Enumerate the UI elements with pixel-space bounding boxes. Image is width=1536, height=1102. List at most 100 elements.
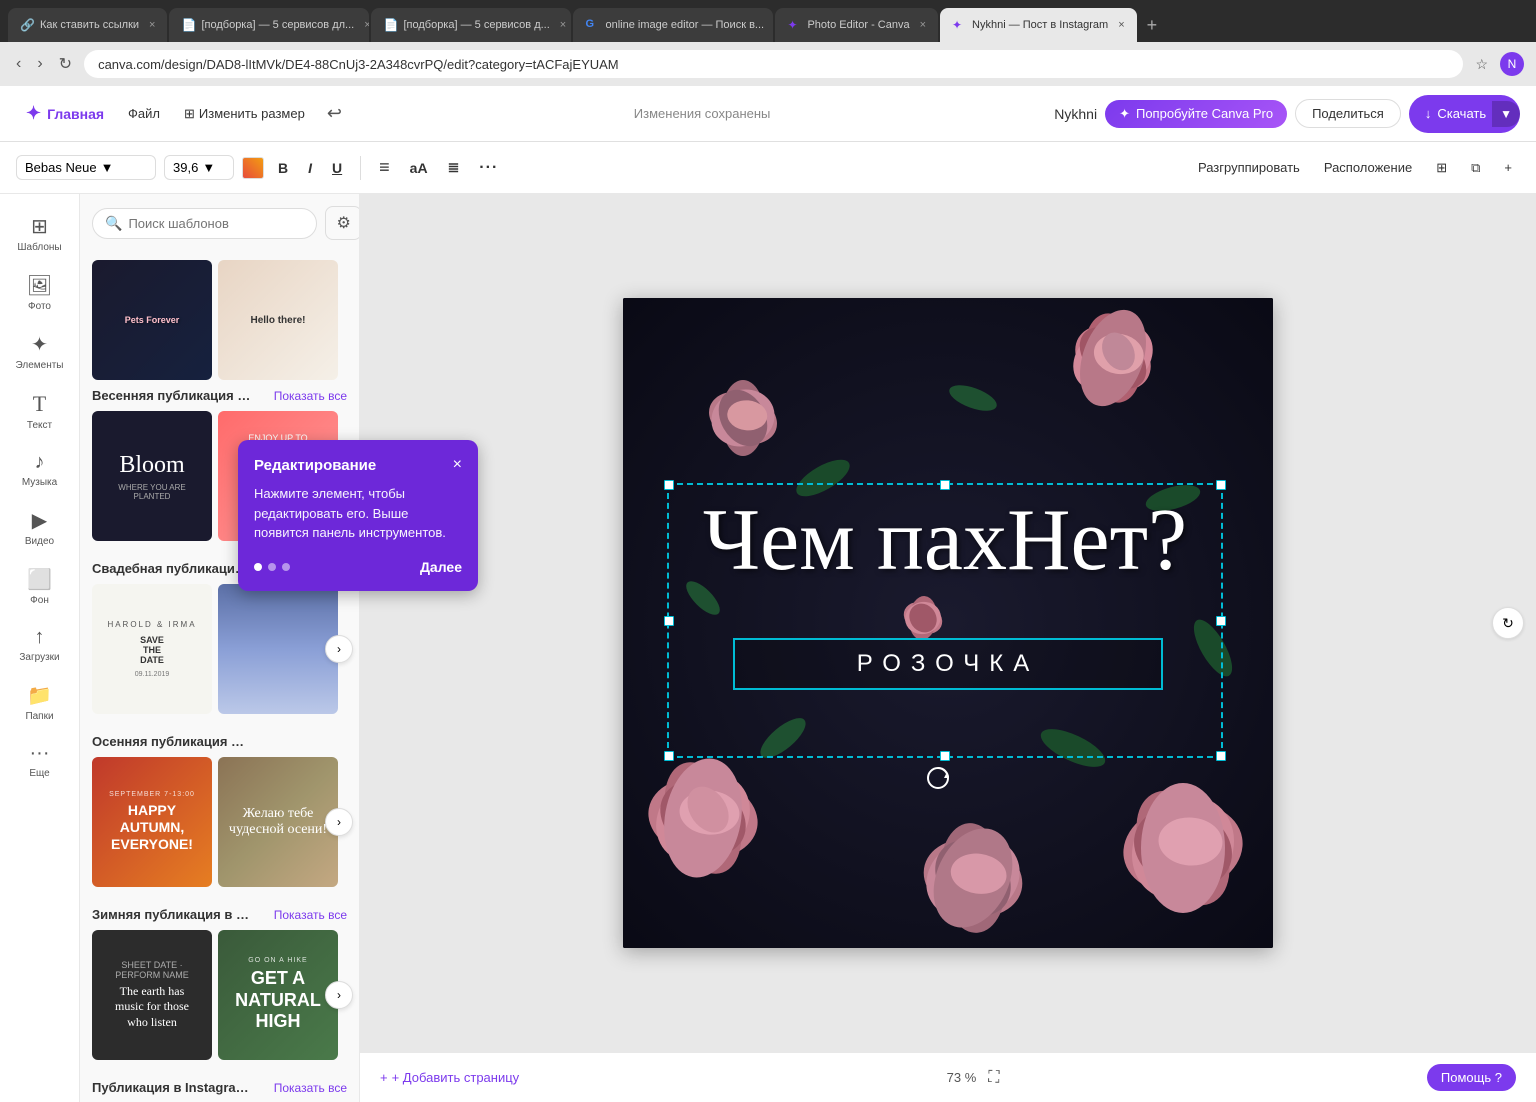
- canvas-main-text-container[interactable]: Чем пахНет?: [667, 493, 1223, 590]
- canvas-right-utils: ↻: [1492, 607, 1524, 639]
- template-save-date[interactable]: HAROLD & IRMA SAVE THE DATE 09.11.2019: [92, 584, 212, 714]
- add-page-button[interactable]: + + Добавить страницу: [380, 1070, 519, 1085]
- templates-panel: 🔍 ⚙ Pets Forever Hello there! Весенняя п…: [80, 194, 360, 1102]
- tab-5-close[interactable]: ×: [920, 19, 926, 31]
- tab-1-close[interactable]: ×: [149, 19, 155, 31]
- sidebar-item-background[interactable]: ⬜ Фон: [5, 559, 75, 614]
- copy-button[interactable]: ⧉: [1463, 156, 1488, 180]
- tooltip-popup: Редактирование × Нажмите элемент, чтобы …: [238, 440, 478, 591]
- tooltip-close-button[interactable]: ×: [453, 456, 462, 474]
- template-autumn-photo[interactable]: Желаю тебечудесной осени!: [218, 757, 338, 887]
- resize-icon: ⊞: [184, 106, 195, 122]
- font-size-selector[interactable]: 39,6 ▼: [164, 155, 234, 180]
- uploads-icon: ↑: [35, 626, 45, 649]
- back-button[interactable]: ‹: [12, 51, 25, 77]
- home-button[interactable]: ✦ Главная: [16, 97, 114, 130]
- panel-search-area: 🔍 ⚙: [80, 194, 359, 252]
- tab-1[interactable]: 🔗 Как ставить ссылки ×: [8, 8, 167, 42]
- tab-3[interactable]: 📄 [подборка] — 5 сервисов д... ×: [371, 8, 571, 42]
- file-button[interactable]: Файл: [118, 100, 170, 127]
- sidebar-item-folders[interactable]: 📁 Папки: [5, 675, 75, 730]
- sidebar-item-elements[interactable]: ✦ Элементы: [5, 324, 75, 379]
- star-icon: ✦: [1119, 106, 1130, 122]
- tab-6-active[interactable]: ✦ Nykhni — Пост в Instagram ×: [940, 8, 1137, 42]
- sidebar-item-video[interactable]: ▶ Видео: [5, 500, 75, 555]
- add-element-button[interactable]: +: [1496, 156, 1520, 179]
- template-bloom[interactable]: Bloom WHERE YOU ARE PLANTED: [92, 411, 212, 541]
- position-button[interactable]: Расположение: [1316, 156, 1420, 179]
- tab-4-favicon: G: [585, 18, 599, 32]
- template-get-natural[interactable]: GO ON A HIKE GET ANATURALHIGH: [218, 930, 338, 1060]
- underline-button[interactable]: U: [326, 156, 348, 180]
- tab-3-close[interactable]: ×: [560, 19, 566, 31]
- sidebar-item-templates[interactable]: ⊞ Шаблоны: [5, 206, 75, 261]
- new-tab-button[interactable]: +: [1139, 11, 1166, 40]
- help-button[interactable]: Помощь ?: [1427, 1064, 1516, 1091]
- section-spring-show-all[interactable]: Показать все: [274, 389, 347, 403]
- winter-scroll-button[interactable]: ›: [325, 981, 353, 1009]
- tab-2[interactable]: 📄 [подборка] — 5 сервисов дл... ×: [169, 8, 369, 42]
- align-button[interactable]: ≡: [373, 153, 396, 182]
- pro-button[interactable]: ✦ Попробуйте Canva Pro: [1105, 100, 1287, 128]
- italic-button[interactable]: I: [302, 156, 318, 180]
- filter-button[interactable]: ⚙: [325, 206, 360, 240]
- canvas-container[interactable]: Чем пахНет? РОЗОЧКА: [360, 194, 1536, 1052]
- sidebar-item-text[interactable]: T Текст: [5, 383, 75, 439]
- download-icon: ↓: [1425, 106, 1432, 121]
- rotate-handle[interactable]: [926, 766, 950, 790]
- template-wedding-blue[interactable]: [218, 584, 338, 714]
- canvas-subtitle-container[interactable]: РОЗОЧКА: [733, 638, 1163, 690]
- address-bar-row: ‹ › ↻ ☆ N: [0, 42, 1536, 86]
- pattern-button[interactable]: ⊞: [1428, 156, 1455, 180]
- sidebar-item-uploads[interactable]: ↑ Загрузки: [5, 618, 75, 671]
- text-color-picker[interactable]: [242, 157, 264, 179]
- share-button[interactable]: Поделиться: [1295, 99, 1401, 128]
- tab-5[interactable]: ✦ Photo Editor - Canva ×: [775, 8, 938, 42]
- tooltip-body: Нажмите элемент, чтобы редактировать его…: [254, 484, 462, 543]
- resize-button[interactable]: ⊞ Изменить размер: [174, 100, 315, 128]
- bookmark-icon[interactable]: ☆: [1471, 52, 1492, 77]
- canvas-subtitle-text[interactable]: РОЗОЧКА: [755, 650, 1141, 678]
- refresh-canvas-button[interactable]: ↻: [1492, 607, 1524, 639]
- tab-4-label: online image editor — Поиск в...: [605, 19, 764, 31]
- wedding-scroll-button[interactable]: ›: [325, 635, 353, 663]
- sidebar-item-music[interactable]: ♪ Музыка: [5, 443, 75, 496]
- section-more-show-all[interactable]: Показать все: [274, 1081, 347, 1095]
- canvas-frame[interactable]: Чем пахНет? РОЗОЧКА: [623, 298, 1273, 948]
- forward-button[interactable]: ›: [33, 51, 46, 77]
- template-thumb-hello[interactable]: Hello there!: [218, 260, 338, 380]
- chevron-down-icon: ▼: [101, 160, 114, 175]
- bold-button[interactable]: B: [272, 156, 294, 180]
- address-input[interactable]: [84, 50, 1463, 78]
- text-case-button[interactable]: aA: [404, 156, 434, 180]
- line-spacing-button[interactable]: ≣: [442, 155, 466, 180]
- fullscreen-button[interactable]: ⛶: [988, 1069, 999, 1087]
- section-wedding-grid: HAROLD & IRMA SAVE THE DATE 09.11.2019 ›: [92, 584, 347, 714]
- template-winter-dark[interactable]: SHEET DATE · PERFORM NAME The earth hasm…: [92, 930, 212, 1060]
- sidebar-item-photos[interactable]: 🖼 Фото: [5, 265, 75, 320]
- search-input[interactable]: [128, 216, 304, 231]
- section-winter-show-all[interactable]: Показать все: [274, 908, 347, 922]
- tab-2-close[interactable]: ×: [364, 19, 369, 31]
- autumn-scroll-button[interactable]: ›: [325, 808, 353, 836]
- template-happy-autumn[interactable]: SEPTEMBER 7-13:00 HAPPYAUTUMN,EVERYONE!: [92, 757, 212, 887]
- undo-button[interactable]: ↩: [319, 99, 350, 128]
- download-arrow[interactable]: ▼: [1492, 101, 1520, 127]
- download-button[interactable]: ↓ Скачать ▼: [1409, 95, 1520, 133]
- canvas-main-text[interactable]: Чем пахНет?: [667, 493, 1223, 590]
- resize-label: Изменить размер: [199, 106, 305, 121]
- search-icon: 🔍: [105, 215, 122, 232]
- font-selector[interactable]: Bebas Neue ▼: [16, 155, 156, 180]
- tab-6-close[interactable]: ×: [1118, 19, 1124, 31]
- sidebar-item-more[interactable]: ··· Еще: [5, 734, 75, 787]
- ungroup-button[interactable]: Разгруппировать: [1190, 156, 1308, 179]
- search-wrap[interactable]: 🔍: [92, 208, 317, 239]
- more-options-button[interactable]: ···: [473, 155, 504, 181]
- refresh-button[interactable]: ↻: [55, 50, 76, 78]
- text-label: Текст: [27, 420, 52, 431]
- tooltip-next-button[interactable]: Далее: [420, 559, 462, 575]
- tab-4[interactable]: G online image editor — Поиск в... ×: [573, 8, 773, 42]
- template-thumb-pets[interactable]: Pets Forever: [92, 260, 212, 380]
- video-icon: ▶: [32, 508, 47, 533]
- profile-icon[interactable]: N: [1500, 52, 1524, 76]
